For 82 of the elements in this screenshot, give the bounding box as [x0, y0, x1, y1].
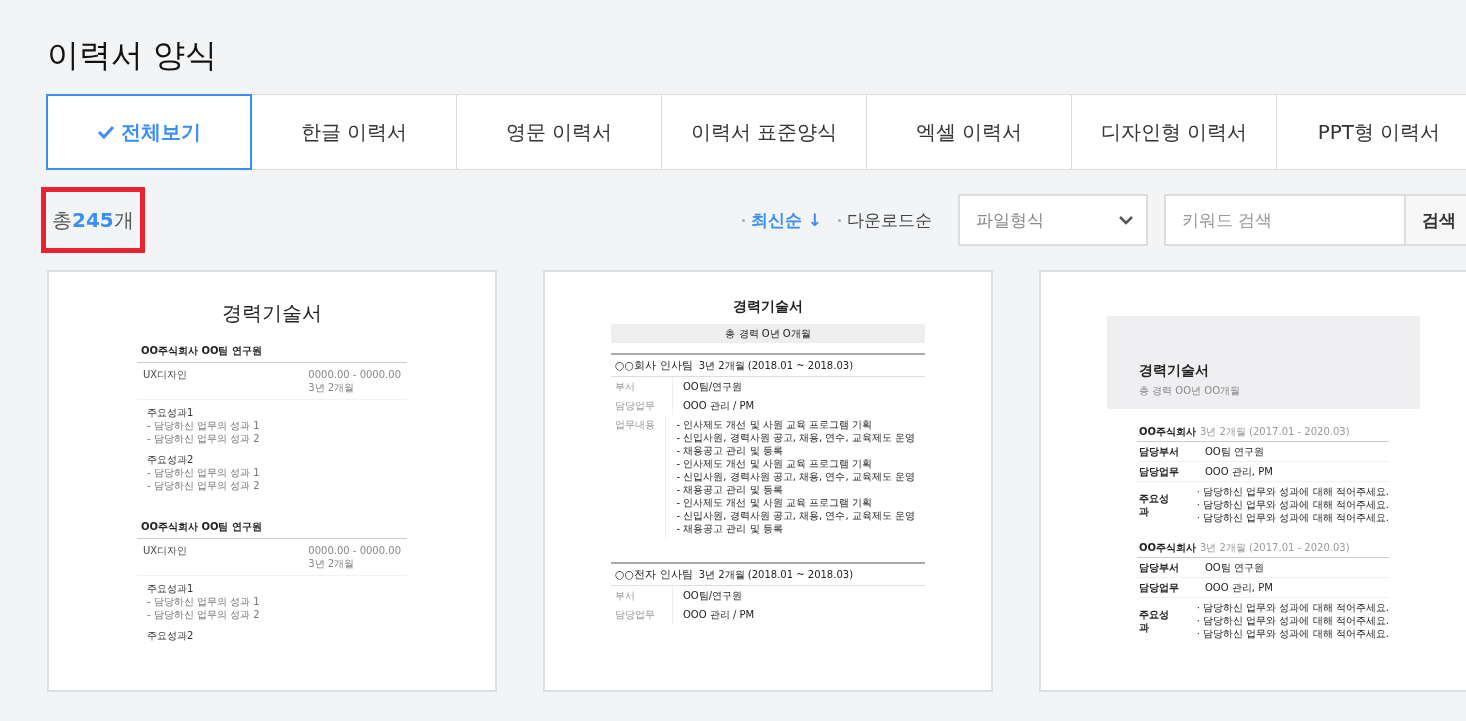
bullet-text: - 담당하신 업무의 성과 2: [147, 608, 261, 622]
group-title: 주요성과1: [147, 406, 195, 420]
row-value: OOO 관리 / PM: [682, 399, 756, 414]
bullet-text: · 담당하신 업무와 성과에 대해 적어주세요.: [1196, 614, 1389, 628]
bullet-text: - 채용공고 관리 및 등록: [676, 444, 784, 458]
template-preview[interactable]: [543, 270, 993, 693]
duration-text: 3년 2개월 (2017.01 - 2020.03): [1200, 425, 1350, 439]
sort-option[interactable]: 다운로드순: [830, 207, 940, 234]
bullet-text: · 담당하신 업무와 성과에 대해 적어주세요.: [1196, 498, 1389, 512]
bullet-text: - 신입사원, 경력사원 공고, 채용, 연수, 교육제도 운영: [676, 509, 915, 523]
row-value: OOO 관리 / PM: [682, 608, 756, 623]
group-title: 주요성과1: [147, 582, 195, 596]
bullet-text: · 담당하신 업무와 성과에 대해 적어주세요.: [1196, 485, 1389, 499]
bullet-text: - 인사제도 개선 및 사원 교육 프로그램 기획: [676, 496, 874, 510]
row-label: 담당업무: [1138, 581, 1180, 595]
document-title: 경력기술서: [732, 297, 804, 317]
row-label: 담당업무: [1138, 465, 1180, 479]
period-text: 0000.00 - 0000.00: [308, 544, 401, 558]
bullet-text: - 담당하신 업무의 성과 2: [147, 479, 261, 493]
row-value: OOO 관리, PM: [1205, 465, 1273, 479]
row-label: 부서: [611, 586, 673, 606]
search-field[interactable]: 키워드 검색: [1164, 194, 1404, 247]
duration-text: 3년 2개월: [308, 381, 356, 395]
bullet-text: - 담당하신 업무의 성과 1: [147, 466, 261, 480]
bullet-text: · 담당하신 업무와 성과에 대해 적어주세요.: [1196, 601, 1389, 615]
company-name: ○○회사 인사팀: [615, 359, 693, 373]
document-title: 경력기술서: [221, 300, 323, 327]
bullet-text: - 인사제도 개선 및 사원 교육 프로그램 기획: [676, 457, 874, 471]
row-value: OO팀/연구원: [682, 589, 744, 604]
duration-text: 3년 2개월: [308, 557, 356, 571]
bullet-text: - 담당하신 업무의 성과 1: [147, 595, 261, 609]
category-tab[interactable]: PPT형 이력서: [1276, 94, 1466, 171]
document-title: 경력기술서: [1139, 361, 1210, 381]
page-title: 이력서 양식: [47, 36, 219, 75]
row-label: 부서: [611, 377, 673, 397]
group-title: 주요성과2: [147, 453, 195, 467]
section-heading: OO주식회사 OO팀 연구원: [137, 520, 407, 540]
check-icon: [97, 125, 115, 140]
duration-text: 3년 2개월 (2018.01 ~ 2018.03): [698, 359, 854, 373]
bullet-text: - 인사제도 개선 및 사원 교육 프로그램 기획: [676, 418, 874, 432]
bullet-text: - 신입사원, 경력사원 공고, 채용, 연수, 교육제도 운영: [676, 470, 915, 484]
group-title: 주요성과2: [147, 629, 195, 643]
row-label: 담당업무: [611, 605, 673, 625]
bullet-text: - 신입사원, 경력사원 공고, 채용, 연수, 교육제도 운영: [676, 431, 915, 445]
section-heading: OO주식회사 OO팀 연구원: [137, 344, 407, 364]
company-name: OO주식회사: [1139, 425, 1196, 439]
row-label: 담당부서: [1138, 445, 1180, 459]
bullet-text: - 담당하신 업무의 성과 1: [147, 419, 261, 433]
row-label: 업무내용: [611, 415, 667, 539]
duration-text: 3년 2개월 (2017.01 - 2020.03): [1200, 541, 1350, 555]
bullet-text: · 담당하신 업무와 성과에 대해 적어주세요.: [1196, 627, 1389, 641]
company-name: ○○전자 인사팀: [615, 568, 693, 582]
chevron-down-icon: [1118, 215, 1134, 226]
bullet-text: - 채용공고 관리 및 등록: [676, 483, 784, 497]
category-tab[interactable]: 디자인형 이력서: [1071, 94, 1277, 171]
category-tab[interactable]: 한글 이력서: [251, 94, 457, 171]
row-value: OO팀/연구원: [682, 380, 744, 395]
row-label: 주요성과: [1138, 607, 1170, 634]
bullet-text: · 담당하신 업무와 성과에 대해 적어주세요.: [1196, 511, 1389, 525]
row-value: OO팀 연구원: [1205, 561, 1264, 575]
duration-text: 3년 2개월 (2018.01 ~ 2018.03): [698, 568, 854, 582]
template-count: 총245개: [41, 187, 145, 254]
row-value: OOO 관리, PM: [1205, 581, 1273, 595]
total-career-text: 총 경력 OO년 OO개월: [1139, 384, 1242, 398]
job-role: UX디자인: [143, 544, 188, 559]
job-role: UX디자인: [143, 368, 188, 383]
template-preview[interactable]: [47, 270, 497, 693]
period-text: 0000.00 - 0000.00: [308, 368, 401, 382]
template-preview[interactable]: [1039, 270, 1466, 693]
category-tab[interactable]: 엑셀 이력서: [866, 94, 1072, 171]
row-label: 담당부서: [1138, 561, 1180, 575]
company-name: OO주식회사: [1139, 541, 1196, 555]
category-tab[interactable]: 영문 이력서: [456, 94, 662, 171]
total-career-bar: 총 경력 O년 O개월: [611, 324, 925, 344]
row-value: OO팀 연구원: [1205, 445, 1264, 459]
bullet-text: - 채용공고 관리 및 등록: [676, 522, 784, 536]
file-type-select[interactable]: 파일형식: [958, 194, 1148, 247]
row-label: 주요성과: [1138, 491, 1170, 518]
category-tab[interactable]: 이력서 표준양식: [661, 94, 867, 171]
search-button[interactable]: 검색: [1404, 194, 1466, 247]
row-label: 담당업무: [611, 396, 673, 416]
bullet-text: - 담당하신 업무의 성과 2: [147, 432, 261, 446]
